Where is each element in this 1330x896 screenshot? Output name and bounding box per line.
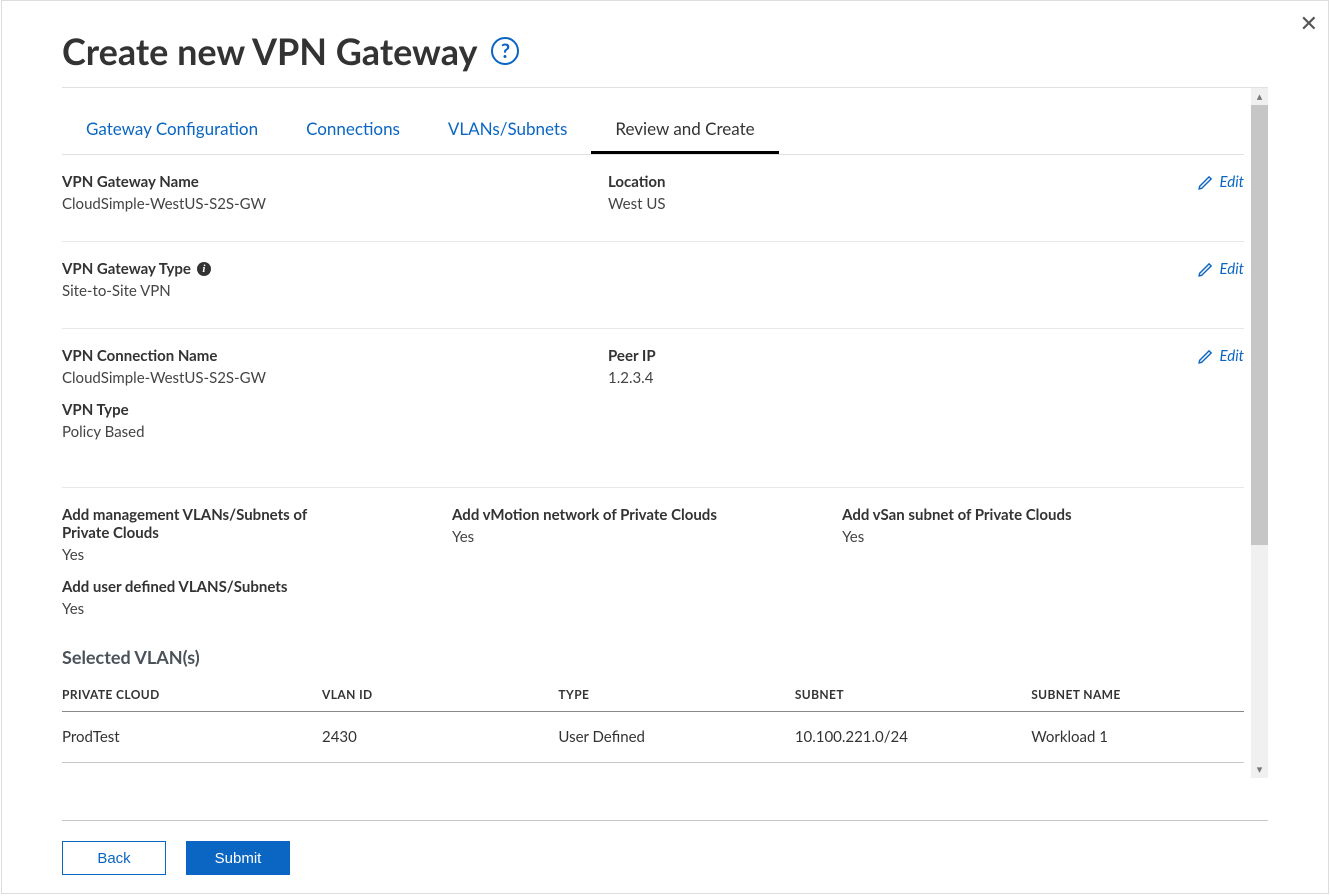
selected-vlans-heading: Selected VLAN(s) bbox=[62, 646, 1244, 668]
user-vlan-value: Yes bbox=[62, 600, 1232, 618]
user-vlan-label: Add user defined VLANS/Subnets bbox=[62, 578, 1232, 596]
pencil-icon bbox=[1197, 261, 1214, 278]
scroll-down-icon[interactable]: ▾ bbox=[1251, 761, 1268, 778]
vsan-value: Yes bbox=[842, 528, 1220, 546]
peer-ip-value: 1.2.3.4 bbox=[608, 369, 1142, 387]
header-row: Create new VPN Gateway ? bbox=[62, 29, 1268, 88]
col-private-cloud: PRIVATE CLOUD bbox=[62, 678, 322, 712]
info-icon[interactable]: i bbox=[197, 262, 211, 276]
vpn-gateway-name-label: VPN Gateway Name bbox=[62, 173, 596, 191]
location-value: West US bbox=[608, 195, 1142, 213]
vpn-type-label: VPN Type bbox=[62, 401, 596, 419]
gateway-type-label: VPN Gateway Type i bbox=[62, 260, 596, 278]
peer-ip-label: Peer IP bbox=[608, 347, 1142, 365]
close-icon[interactable]: ✕ bbox=[1300, 9, 1318, 37]
edit-label: Edit bbox=[1220, 173, 1244, 191]
col-type: TYPE bbox=[558, 678, 794, 712]
edit-label: Edit bbox=[1220, 347, 1244, 365]
section-gateway: VPN Gateway Name CloudSimple-WestUS-S2S-… bbox=[62, 155, 1244, 242]
table-row: ProdTest 2430 User Defined 10.100.221.0/… bbox=[62, 712, 1244, 763]
scrollbar[interactable]: ▴ ▾ bbox=[1251, 88, 1268, 778]
tab-gateway-configuration[interactable]: Gateway Configuration bbox=[62, 108, 282, 154]
col-subnet-name: SUBNET NAME bbox=[1031, 678, 1244, 712]
connection-name-label: VPN Connection Name bbox=[62, 347, 596, 365]
vpn-gateway-create-modal: ✕ Create new VPN Gateway ? ▴ ▾ Gateway C… bbox=[1, 0, 1329, 894]
vlan-table: PRIVATE CLOUD VLAN ID TYPE SUBNET SUBNET… bbox=[62, 678, 1244, 763]
page-title: Create new VPN Gateway bbox=[62, 29, 477, 73]
wizard-footer: Back Submit bbox=[62, 820, 1268, 875]
tab-connections[interactable]: Connections bbox=[282, 108, 424, 154]
cell-private-cloud: ProdTest bbox=[62, 712, 322, 763]
help-icon[interactable]: ? bbox=[491, 37, 519, 65]
edit-gateway-type-button[interactable]: Edit bbox=[1197, 260, 1244, 278]
connection-name-value: CloudSimple-WestUS-S2S-GW bbox=[62, 369, 596, 387]
mgmt-vlan-value: Yes bbox=[62, 546, 440, 564]
wizard-tabs: Gateway Configuration Connections VLANs/… bbox=[62, 108, 1244, 155]
section-vlan-options: Add management VLANs/Subnets of Private … bbox=[62, 488, 1244, 777]
vpn-type-value: Policy Based bbox=[62, 423, 596, 441]
scroll-up-icon[interactable]: ▴ bbox=[1251, 88, 1268, 105]
vsan-label: Add vSan subnet of Private Clouds bbox=[842, 506, 1220, 524]
vpn-gateway-name-value: CloudSimple-WestUS-S2S-GW bbox=[62, 195, 596, 213]
cell-subnet-name: Workload 1 bbox=[1031, 712, 1244, 763]
col-vlan-id: VLAN ID bbox=[322, 678, 558, 712]
submit-button[interactable]: Submit bbox=[186, 841, 290, 875]
tab-review-and-create[interactable]: Review and Create bbox=[591, 108, 778, 154]
mgmt-vlan-label: Add management VLANs/Subnets of Private … bbox=[62, 506, 342, 542]
edit-gateway-button[interactable]: Edit bbox=[1197, 173, 1244, 191]
cell-vlan-id: 2430 bbox=[322, 712, 558, 763]
section-gateway-type: VPN Gateway Type i Site-to-Site VPN Edit bbox=[62, 242, 1244, 329]
cell-subnet: 10.100.221.0/24 bbox=[795, 712, 1031, 763]
edit-label: Edit bbox=[1220, 260, 1244, 278]
cell-type: User Defined bbox=[558, 712, 794, 763]
gateway-type-value: Site-to-Site VPN bbox=[62, 282, 596, 300]
pencil-icon bbox=[1197, 174, 1214, 191]
vmotion-value: Yes bbox=[452, 528, 830, 546]
edit-connection-button[interactable]: Edit bbox=[1197, 347, 1244, 365]
location-label: Location bbox=[608, 173, 1142, 191]
col-subnet: SUBNET bbox=[795, 678, 1031, 712]
scroll-area: ▴ ▾ Gateway Configuration Connections VL… bbox=[62, 88, 1268, 820]
scroll-thumb[interactable] bbox=[1251, 105, 1268, 545]
section-connection: VPN Connection Name CloudSimple-WestUS-S… bbox=[62, 329, 1244, 488]
tab-vlans-subnets[interactable]: VLANs/Subnets bbox=[424, 108, 591, 154]
vmotion-label: Add vMotion network of Private Clouds bbox=[452, 506, 830, 524]
pencil-icon bbox=[1197, 348, 1214, 365]
back-button[interactable]: Back bbox=[62, 841, 166, 875]
